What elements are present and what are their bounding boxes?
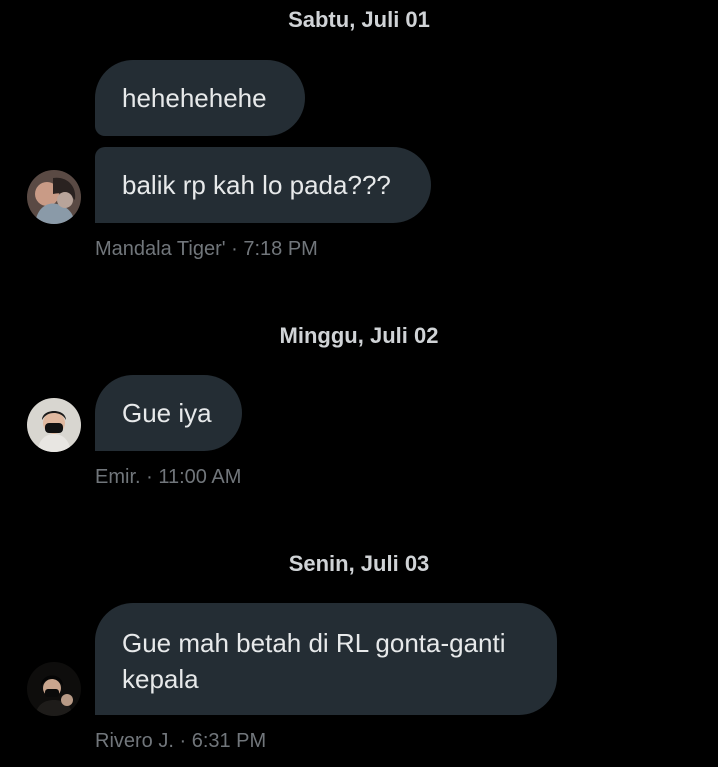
message-text-line-1: Gue mah betah di RL gonta-ganti: [122, 628, 506, 658]
date-separator: Sabtu, Juli 01: [288, 7, 430, 32]
meta-separator: ·: [179, 730, 187, 752]
message-meta: Emir. · 11:00 AM: [95, 465, 241, 489]
user-avatar-icon: [27, 170, 81, 224]
message-text: balik rp kah lo pada???: [122, 170, 391, 200]
message-text: Gue iya: [122, 398, 212, 428]
message-time: 6:31 PM: [191, 730, 267, 752]
message-bubble[interactable]: Gue iya: [95, 375, 242, 451]
user-avatar-icon: [27, 662, 81, 716]
message-bubble[interactable]: balik rp kah lo pada???: [95, 147, 431, 223]
meta-separator: ·: [146, 466, 153, 488]
sender-name[interactable]: Emir.: [95, 466, 141, 488]
message-bubble[interactable]: Gue mah betah di RL gonta-ganti kepala: [95, 603, 557, 715]
message-meta: Rivero J. · 6:31 PM: [95, 729, 266, 753]
message-time: 7:18 PM: [243, 238, 318, 260]
message-meta: Mandala Tiger' · 7:18 PM: [95, 237, 318, 261]
message-text-line-2: kepala: [122, 664, 199, 694]
date-separator: Senin, Juli 03: [288, 551, 430, 576]
message-time: 11:00 AM: [158, 466, 242, 488]
message-bubble[interactable]: hehehehehe: [95, 60, 305, 136]
sender-name[interactable]: Rivero J.: [95, 730, 174, 752]
date-separator: Minggu, Juli 02: [279, 323, 439, 348]
user-avatar-icon: [27, 398, 81, 452]
user-avatar[interactable]: [27, 398, 81, 452]
meta-separator: ·: [231, 238, 238, 260]
user-avatar[interactable]: [27, 662, 81, 716]
sender-name[interactable]: Mandala Tiger': [95, 238, 226, 260]
user-avatar[interactable]: [27, 170, 81, 224]
message-text: hehehehehe: [122, 83, 267, 113]
